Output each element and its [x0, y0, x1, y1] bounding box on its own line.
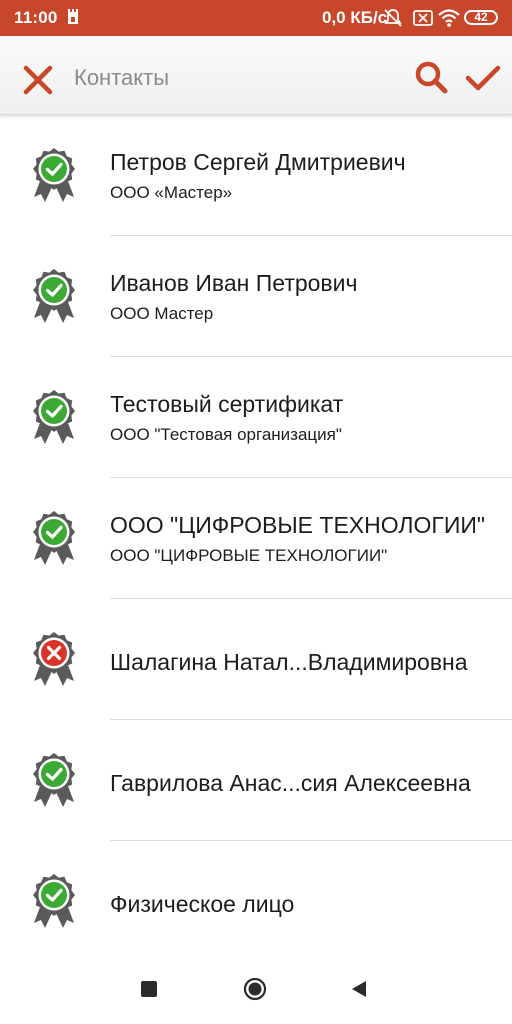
contact-name: Шалагина Натал...Владимировна [110, 649, 468, 675]
contact-item[interactable]: Иванов Иван Петрович ООО Мастер [0, 236, 512, 357]
certificate-badge-icon [33, 874, 75, 928]
contact-name: ООО "ЦИФРОВЫЕ ТЕХНОЛОГИИ" [110, 512, 486, 538]
close-icon[interactable] [14, 56, 60, 102]
contact-item[interactable]: Физическое лицо [0, 841, 512, 955]
contact-item[interactable]: ООО "ЦИФРОВЫЕ ТЕХНОЛОГИИ" ООО "ЦИФРОВЫЕ … [0, 478, 512, 599]
certificate-badge-icon [33, 390, 75, 444]
no-sim-icon [413, 10, 433, 26]
contact-item[interactable]: Петров Сергей Дмитриевич ООО «Мастер» [0, 115, 512, 236]
bell-off-icon [384, 9, 402, 27]
notification-icon [68, 9, 78, 24]
contact-name: Иванов Иван Петрович [110, 270, 358, 296]
network-speed: 0,0 КБ/с [322, 8, 388, 27]
wifi-icon [438, 9, 460, 27]
contact-name: Петров Сергей Дмитриевич [110, 149, 406, 175]
contact-item[interactable]: Гаврилова Анас...сия Алексеевна [0, 720, 512, 841]
certificate-badge-icon [33, 511, 75, 565]
contact-organization: ООО «Мастер» [110, 183, 233, 202]
contact-item[interactable]: Шалагина Натал...Владимировна [0, 599, 512, 720]
contact-list[interactable]: Петров Сергей Дмитриевич ООО «Мастер» Ив… [0, 115, 512, 955]
contact-organization: ООО "ЦИФРОВЫЕ ТЕХНОЛОГИИ" [110, 546, 388, 565]
contact-organization: ООО "Тестовая организация" [110, 425, 342, 444]
battery-indicator: 42 [464, 10, 498, 25]
certificate-badge-icon [33, 148, 75, 202]
contact-organization: ООО Мастер [110, 304, 214, 323]
contact-item[interactable]: Тестовый сертификат ООО "Тестовая органи… [0, 357, 512, 478]
contact-name: Гаврилова Анас...сия Алексеевна [110, 770, 471, 796]
check-icon[interactable] [460, 56, 504, 100]
contact-name: Физическое лицо [110, 891, 295, 917]
recent-apps-icon[interactable] [141, 981, 157, 997]
certificate-badge-icon [33, 632, 75, 686]
system-nav-bar [0, 956, 512, 1024]
page-title: Контакты [74, 65, 170, 90]
status-bar: 11:00 0,0 КБ/с 42 [0, 0, 512, 36]
search-icon[interactable] [410, 56, 454, 100]
status-time: 11:00 [14, 8, 58, 27]
certificate-badge-icon [33, 269, 75, 323]
home-icon[interactable] [243, 977, 267, 1001]
certificate-badge-icon [33, 753, 75, 807]
app-bar: Контакты [0, 36, 512, 115]
back-icon[interactable] [350, 980, 368, 998]
contact-name: Тестовый сертификат [110, 391, 344, 417]
